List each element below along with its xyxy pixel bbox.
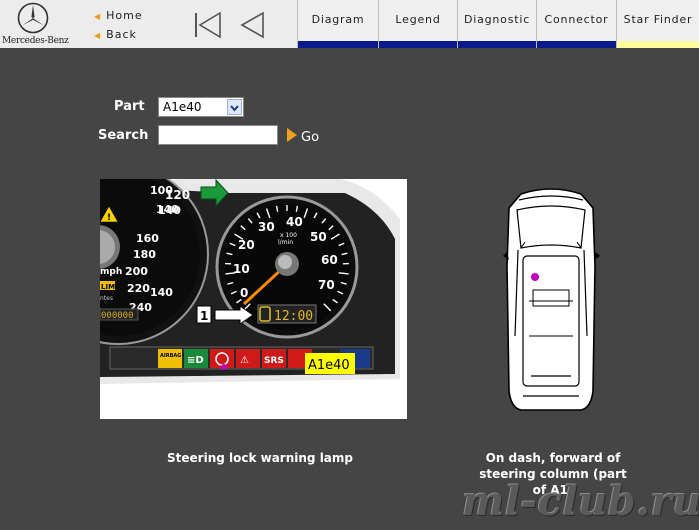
part-select[interactable]: A1e40 <box>158 97 244 117</box>
chevron-left-icon: ◀ <box>94 12 102 21</box>
speedo-unit: mph <box>100 267 122 277</box>
home-label: Home <box>106 9 143 22</box>
tab-indicator-active <box>617 41 699 48</box>
tacho-unit: l/min <box>278 239 293 246</box>
tab-label: Connector <box>544 13 609 26</box>
part-label: Part <box>114 99 145 114</box>
tacho-tick: 10 <box>233 262 250 276</box>
callout-number: 1 <box>200 309 208 323</box>
tab-label: Diagnostic <box>463 13 531 26</box>
tacho-tick: 60 <box>321 253 338 267</box>
tab-indicator <box>379 41 457 48</box>
home-link[interactable]: ◀ Home <box>94 9 143 22</box>
speedo-tick: 160 <box>136 232 159 245</box>
tacho-tick-mark <box>275 205 279 212</box>
odometer: 000000 <box>101 311 134 321</box>
mercedes-star-icon <box>17 2 49 34</box>
part-tag: A1e40 <box>308 358 350 373</box>
fog-light-icon: ≡D <box>187 355 204 366</box>
tacho-unit: x 100 <box>280 232 297 239</box>
top-toolbar: Mercedes-Benz ◀ Home ◀ Back Diagram Legend… <box>0 0 699 48</box>
go-label: Go <box>301 130 320 145</box>
vehicle-location-diagram <box>503 188 600 411</box>
dropdown-button[interactable] <box>227 99 242 115</box>
seatbelt-icon: ⚠ <box>240 355 249 366</box>
mercedes-logo: Mercedes-Benz <box>0 0 70 48</box>
back-link[interactable]: ◀ Back <box>94 28 137 41</box>
warning-triangle-icon: ! <box>107 213 111 223</box>
tacho-tick: 20 <box>238 238 255 252</box>
warning-light-label: SRS <box>264 356 284 366</box>
tab-label: Legend <box>395 13 441 26</box>
clock-display: 12:00 <box>274 309 313 324</box>
tacho-tick: 70 <box>318 278 335 292</box>
search-label: Search <box>98 128 149 143</box>
tab-indicator <box>298 41 378 48</box>
speedo-tick: 200 <box>125 265 148 278</box>
speedo-subunit: ntes <box>100 295 113 302</box>
tab-indicator <box>537 41 616 48</box>
chevron-down-icon <box>230 105 239 112</box>
cluster-caption: Steering lock warning lamp <box>167 451 353 465</box>
location-marker <box>531 273 539 281</box>
watermark: ml-club.ru <box>462 478 699 525</box>
tacho-tick: 30 <box>258 220 275 234</box>
instrument-cluster-image: 100 140 120 140 160 180 200 220 240 140 … <box>100 179 407 419</box>
tab-diagnostic[interactable]: Diagnostic <box>457 0 536 48</box>
tab-legend[interactable]: Legend <box>378 0 457 48</box>
first-page-icon[interactable] <box>193 11 223 39</box>
tab-indicator <box>458 41 536 48</box>
search-input[interactable] <box>158 125 278 145</box>
tab-bar: Diagram Legend Diagnostic Connector Star… <box>297 0 699 48</box>
tab-label: Diagram <box>311 13 365 26</box>
part-select-value: A1e40 <box>163 100 202 114</box>
play-arrow-icon <box>287 128 297 142</box>
speedo-tick: 120 <box>165 188 190 202</box>
limit-label: LIM <box>101 283 115 291</box>
tab-connector[interactable]: Connector <box>536 0 616 48</box>
tab-star-finder[interactable]: Star Finder <box>616 0 699 48</box>
speedo-tick: 180 <box>133 248 156 261</box>
back-label: Back <box>106 28 137 41</box>
tacho-tick: 50 <box>310 230 327 244</box>
tacho-tick: 40 <box>286 215 303 229</box>
tacho-tick-mark <box>295 205 299 212</box>
brand-name: Mercedes-Benz <box>2 36 69 46</box>
tab-label: Star Finder <box>623 13 693 26</box>
tacho-tick: 0 <box>240 286 248 300</box>
speedo-tick: 220 <box>127 282 150 295</box>
tab-diagram[interactable]: Diagram <box>297 0 378 48</box>
speedo-tick: 140 <box>150 286 173 299</box>
previous-page-icon[interactable] <box>238 11 266 39</box>
chevron-left-icon: ◀ <box>94 31 102 40</box>
location-caption-line: On dash, forward of <box>485 451 621 465</box>
speedo-tick: 140 <box>158 204 181 217</box>
